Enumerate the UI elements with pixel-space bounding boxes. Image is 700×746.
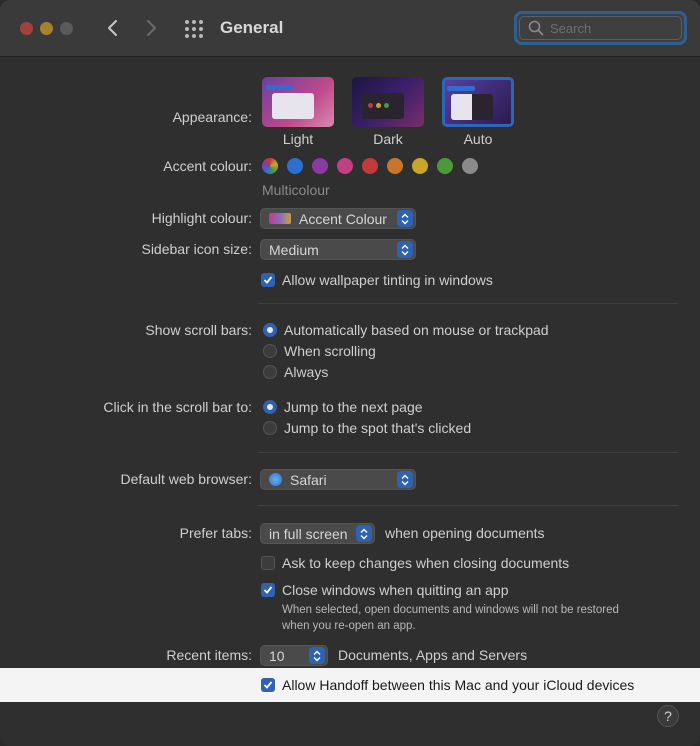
title-bar: General Search	[0, 0, 700, 57]
search-icon	[528, 20, 544, 36]
highlight-swatch-icon	[269, 213, 291, 224]
accent-swatch-red[interactable]	[362, 158, 378, 174]
updown-chevron-icon	[356, 525, 372, 542]
highlight-colour-value: Accent Colour	[299, 210, 387, 227]
help-button[interactable]: ?	[657, 705, 679, 727]
accent-swatch-pink[interactable]	[337, 158, 353, 174]
default-browser-popup[interactable]: Safari	[260, 469, 416, 490]
chevron-right-icon	[147, 20, 156, 36]
back-button[interactable]	[100, 16, 124, 40]
scroll-bars-when-scrolling-label: When scrolling	[284, 343, 376, 359]
close-windows-checkbox[interactable]	[261, 583, 275, 597]
checkmark-icon	[263, 276, 273, 284]
section-divider	[258, 505, 678, 506]
handoff-label: Allow Handoff between this Mac and your …	[282, 677, 635, 693]
updown-chevron-icon	[397, 471, 413, 488]
ask-keep-changes-checkbox[interactable]	[261, 556, 275, 570]
recent-items-suffix: Documents, Apps and Servers	[338, 647, 528, 663]
help-label: ?	[664, 708, 672, 724]
updown-chevron-icon	[309, 647, 325, 664]
highlight-colour-label: Highlight colour:	[151, 210, 252, 226]
minimize-window-button[interactable]	[40, 22, 53, 35]
appearance-auto-option[interactable]	[442, 77, 514, 127]
updown-chevron-icon	[397, 210, 413, 227]
sidebar-icon-size-value: Medium	[269, 241, 319, 258]
updown-chevron-icon	[397, 241, 413, 258]
sidebar-icon-size-popup[interactable]: Medium	[260, 239, 416, 260]
ask-keep-changes-label: Ask to keep changes when closing documen…	[282, 555, 570, 571]
appearance-light-option[interactable]	[262, 77, 334, 127]
safari-icon	[269, 473, 282, 486]
scroll-bars-always-radio[interactable]	[263, 365, 277, 379]
appearance-light-label: Light	[282, 131, 314, 147]
jump-next-page-radio[interactable]	[263, 400, 277, 414]
prefer-tabs-value: in full screen	[269, 525, 348, 542]
prefer-tabs-popup[interactable]: in full screen	[260, 523, 375, 544]
section-divider	[258, 452, 678, 453]
handoff-row: Allow Handoff between this Mac and your …	[0, 668, 700, 702]
scroll-bars-automatic-radio[interactable]	[263, 323, 277, 337]
appearance-auto-label: Auto	[463, 131, 493, 147]
show-all-button[interactable]	[183, 18, 205, 40]
close-window-button[interactable]	[20, 22, 33, 35]
jump-to-spot-label: Jump to the spot that's clicked	[284, 420, 472, 436]
window-title: General	[220, 18, 284, 37]
close-windows-note-line2: when you re-open an app.	[282, 620, 416, 632]
appearance-dark-option[interactable]	[352, 77, 424, 127]
accent-swatch-multicolour[interactable]	[262, 158, 278, 174]
appearance-label: Appearance:	[172, 109, 252, 125]
accent-selected-name: Multicolour	[262, 182, 330, 198]
wallpaper-tinting-checkbox[interactable]	[261, 273, 275, 287]
accent-swatch-graphite[interactable]	[462, 158, 478, 174]
recent-items-popup[interactable]: 10	[260, 645, 328, 666]
sidebar-icon-size-label: Sidebar icon size:	[141, 241, 252, 257]
grid-icon	[185, 20, 203, 38]
scroll-bars-always-label: Always	[284, 364, 329, 380]
wallpaper-tinting-label: Allow wallpaper tinting in windows	[282, 272, 493, 288]
forward-button[interactable]	[140, 16, 164, 40]
chevron-left-icon	[108, 20, 117, 36]
accent-swatch-blue[interactable]	[287, 158, 303, 174]
default-browser-label: Default web browser:	[120, 471, 252, 487]
recent-items-label: Recent items:	[166, 647, 252, 663]
accent-colour-label: Accent colour:	[163, 158, 252, 174]
search-field[interactable]: Search	[514, 11, 687, 45]
checkmark-icon	[263, 586, 273, 594]
handoff-checkbox[interactable]	[261, 678, 275, 692]
jump-next-page-label: Jump to the next page	[284, 399, 423, 415]
accent-swatch-green[interactable]	[437, 158, 453, 174]
system-preferences-window: General Search Appearance: Light Dark Au…	[0, 0, 700, 746]
search-placeholder: Search	[550, 20, 592, 36]
jump-to-spot-radio[interactable]	[263, 421, 277, 435]
accent-swatch-orange[interactable]	[387, 158, 403, 174]
prefer-tabs-label: Prefer tabs:	[179, 525, 252, 541]
scroll-bars-automatic-label: Automatically based on mouse or trackpad	[284, 322, 549, 338]
click-scroll-bar-label: Click in the scroll bar to:	[103, 399, 252, 415]
scroll-bars-when-scrolling-radio[interactable]	[263, 344, 277, 358]
accent-swatch-purple[interactable]	[312, 158, 328, 174]
prefer-tabs-suffix: when opening documents	[385, 525, 545, 541]
section-divider	[258, 303, 678, 304]
recent-items-value: 10	[269, 647, 285, 664]
default-browser-value: Safari	[290, 471, 327, 488]
close-windows-label: Close windows when quitting an app	[282, 582, 509, 598]
show-scroll-bars-label: Show scroll bars:	[145, 322, 252, 338]
checkmark-icon	[263, 681, 273, 689]
highlight-colour-popup[interactable]: Accent Colour	[260, 208, 416, 229]
close-windows-note-line1: When selected, open documents and window…	[282, 604, 619, 616]
accent-swatch-yellow[interactable]	[412, 158, 428, 174]
appearance-dark-label: Dark	[373, 131, 403, 147]
zoom-window-button[interactable]	[60, 22, 73, 35]
